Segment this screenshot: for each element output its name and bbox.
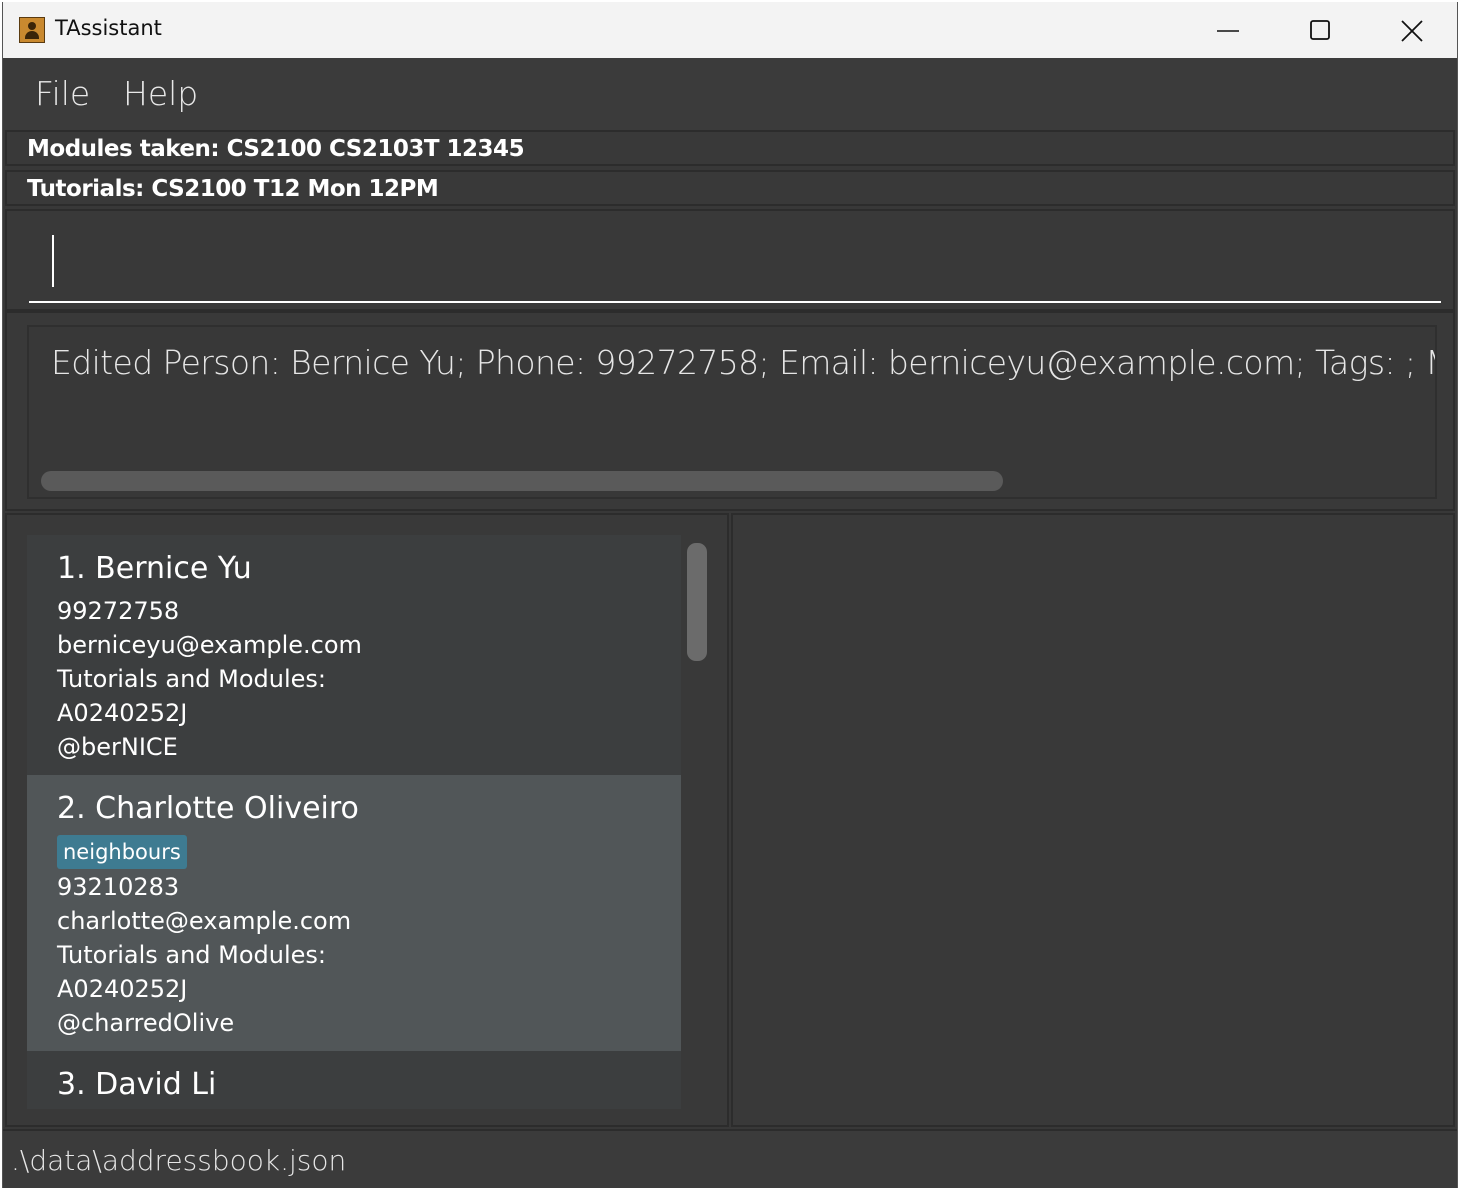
maximize-icon: [1310, 20, 1330, 40]
person-tag: neighbours: [57, 835, 187, 869]
person-name: 1. Bernice Yu: [57, 551, 252, 586]
tutorials-bar: Tutorials: CS2100 T12 Mon 12PM: [5, 170, 1455, 206]
person-card[interactable]: 1. Bernice Yu 99272758 berniceyu@example…: [27, 535, 681, 775]
maximize-button[interactable]: [1273, 2, 1365, 58]
text-caret: [52, 235, 54, 287]
result-display[interactable]: Edited Person: Bernice Yu; Phone: 992727…: [27, 325, 1437, 499]
save-location: .\data\addressbook.json: [11, 1144, 347, 1177]
person-tutorials-label: Tutorials and Modules:: [57, 941, 327, 969]
person-telegram: @charredOlive: [57, 1009, 235, 1037]
person-email: charlotte@example.com: [57, 907, 352, 935]
status-bar: .\data\addressbook.json: [3, 1129, 1457, 1188]
detail-panel: [731, 513, 1455, 1127]
person-name: 3. David Li: [57, 1067, 217, 1102]
window-title: TAssistant: [55, 16, 162, 40]
person-name: 2. Charlotte Oliveiro: [57, 791, 359, 826]
command-box-pane: [5, 209, 1455, 311]
result-display-pane: Edited Person: Bernice Yu; Phone: 992727…: [5, 311, 1455, 511]
person-card[interactable]: 3. David Li: [27, 1051, 681, 1109]
person-card-selected[interactable]: 2. Charlotte Oliveiro neighbours 9321028…: [27, 775, 681, 1051]
menu-help[interactable]: Help: [123, 74, 198, 113]
tutorials-text: Tutorials: CS2100 T12 Mon 12PM: [27, 176, 439, 202]
modules-taken-text: Modules taken: CS2100 CS2103T 12345: [27, 136, 525, 162]
vertical-scrollbar[interactable]: [687, 543, 707, 661]
app-window: TAssistant File Help Modules taken: CS21…: [2, 2, 1458, 1188]
close-icon: [1401, 20, 1423, 42]
person-telegram: @berNICE: [57, 733, 178, 761]
person-phone: 99272758: [57, 597, 180, 625]
command-input[interactable]: [29, 231, 1441, 303]
minimize-icon: [1217, 30, 1239, 32]
person-tutorials-label: Tutorials and Modules:: [57, 665, 327, 693]
person-phone: 93210283: [57, 873, 180, 901]
person-email: berniceyu@example.com: [57, 631, 362, 659]
app-icon: [19, 17, 45, 43]
person-student-id: A0240252J: [57, 699, 188, 727]
title-bar: TAssistant: [3, 2, 1457, 58]
modules-taken-bar: Modules taken: CS2100 CS2103T 12345: [5, 130, 1455, 166]
minimize-button[interactable]: [1181, 2, 1273, 58]
person-list[interactable]: 1. Bernice Yu 99272758 berniceyu@example…: [27, 535, 681, 1109]
menu-file[interactable]: File: [35, 74, 90, 113]
result-message: Edited Person: Bernice Yu; Phone: 992727…: [51, 343, 1437, 382]
close-button[interactable]: [1365, 2, 1457, 58]
person-list-pane: 1. Bernice Yu 99272758 berniceyu@example…: [5, 513, 729, 1127]
person-student-id: A0240252J: [57, 975, 188, 1003]
menu-bar: File Help: [3, 58, 1457, 130]
horizontal-scrollbar[interactable]: [41, 471, 1003, 491]
